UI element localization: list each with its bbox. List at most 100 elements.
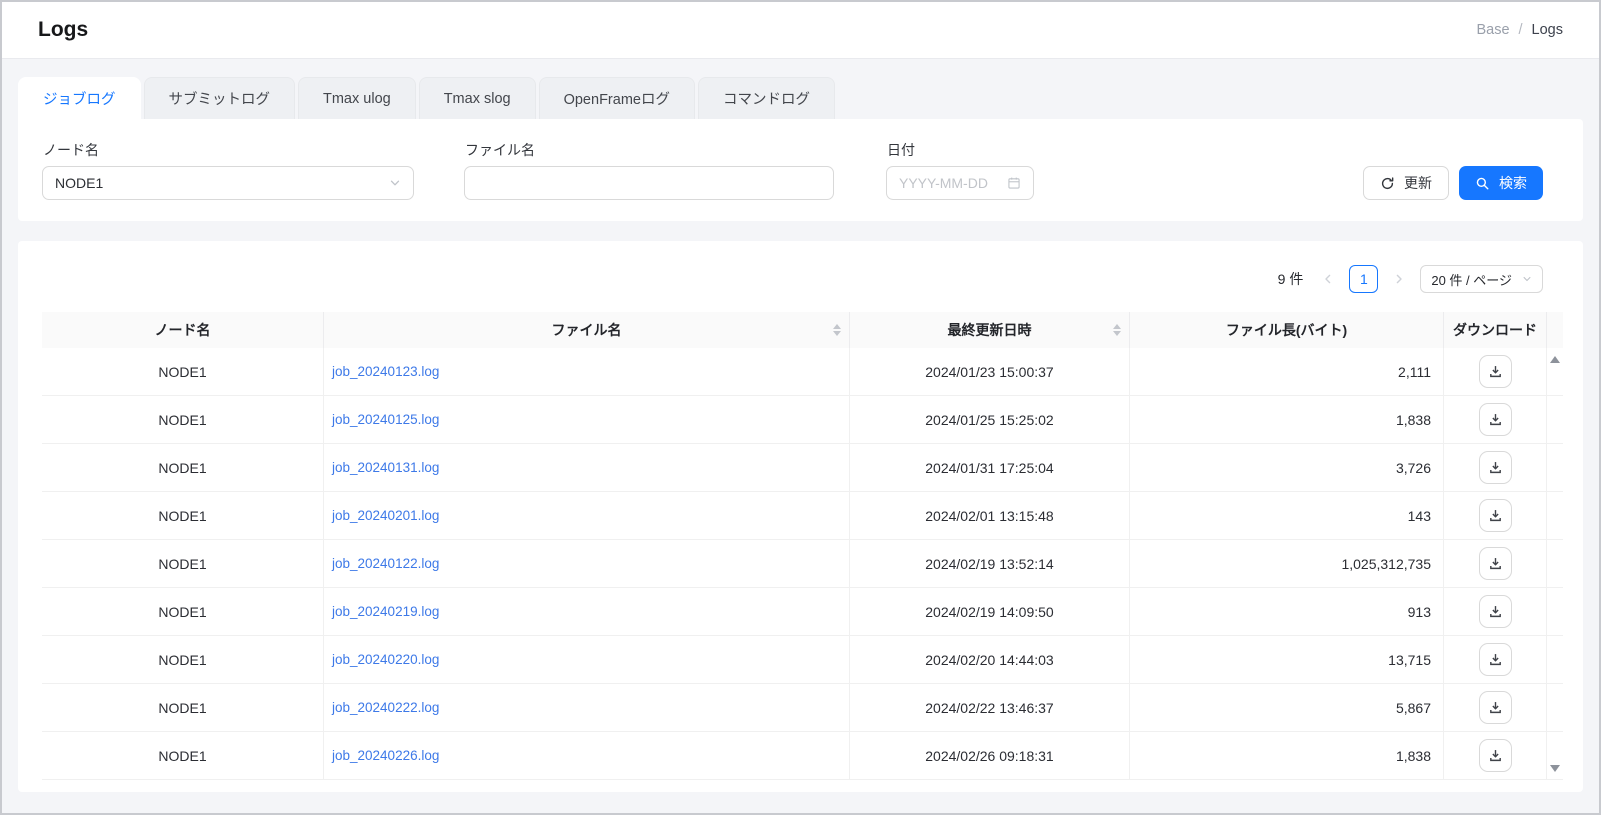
scroll-up-icon[interactable] <box>1550 356 1560 363</box>
cell-download <box>1444 396 1547 443</box>
chevron-down-icon <box>1522 274 1532 284</box>
cell-last-updated: 2024/02/20 14:44:03 <box>850 636 1130 683</box>
log-file-link[interactable]: job_20240222.log <box>332 700 439 715</box>
table-scrollbar[interactable] <box>1547 348 1563 780</box>
sort-icon[interactable] <box>833 324 841 336</box>
tab-tmax-ulog[interactable]: Tmax ulog <box>298 77 416 119</box>
page-size-select[interactable]: 20 件 / ページ <box>1420 265 1543 293</box>
filter-actions: 更新 検索 <box>1363 166 1543 200</box>
scroll-down-icon[interactable] <box>1550 765 1560 772</box>
log-file-link[interactable]: job_20240125.log <box>332 412 439 427</box>
column-header-label: ファイル名 <box>552 320 622 340</box>
column-header-label: ノード名 <box>155 320 211 340</box>
cell-file-size: 143 <box>1130 492 1444 539</box>
search-icon <box>1475 176 1490 191</box>
cell-file-name: job_20240226.log <box>324 732 850 779</box>
refresh-button-label: 更新 <box>1404 173 1432 193</box>
pagination-prev-button[interactable] <box>1315 265 1341 293</box>
refresh-button[interactable]: 更新 <box>1363 166 1449 200</box>
cell-download <box>1444 732 1547 779</box>
page-size-value: 20 件 / ページ <box>1431 270 1512 289</box>
cell-download <box>1444 684 1547 731</box>
download-button[interactable] <box>1479 739 1512 772</box>
node-name-select[interactable]: NODE1 <box>42 166 414 200</box>
cell-file-name: job_20240122.log <box>324 540 850 587</box>
cell-download <box>1444 540 1547 587</box>
node-name-label: ノード名 <box>43 140 99 160</box>
cell-file-name: job_20240222.log <box>324 684 850 731</box>
table-row: NODE1job_20240123.log2024/01/23 15:00:37… <box>42 348 1563 396</box>
download-button[interactable] <box>1479 691 1512 724</box>
file-name-input[interactable] <box>464 166 834 200</box>
date-input[interactable]: YYYY-MM-DD <box>886 166 1034 200</box>
download-button[interactable] <box>1479 595 1512 628</box>
filter-panel: ノード名 NODE1 ファイル名 日付 YYYY-MM-DD <box>18 119 1583 221</box>
search-button-label: 検索 <box>1499 173 1527 193</box>
log-file-link[interactable]: job_20240122.log <box>332 556 439 571</box>
log-file-link[interactable]: job_20240220.log <box>332 652 439 667</box>
download-button[interactable] <box>1479 451 1512 484</box>
log-file-link[interactable]: job_20240219.log <box>332 604 439 619</box>
table-header-row: ノード名ファイル名最終更新日時ファイル長(バイト)ダウンロード <box>42 312 1563 348</box>
table-body: NODE1job_20240123.log2024/01/23 15:00:37… <box>42 348 1563 780</box>
pagination-page-1[interactable]: 1 <box>1349 265 1378 293</box>
download-button[interactable] <box>1479 355 1512 388</box>
table-row: NODE1job_20240222.log2024/02/22 13:46:37… <box>42 684 1563 732</box>
tab-tmax-slog[interactable]: Tmax slog <box>419 77 536 119</box>
table-row: NODE1job_20240125.log2024/01/25 15:25:02… <box>42 396 1563 444</box>
table-row: NODE1job_20240226.log2024/02/26 09:18:31… <box>42 732 1563 780</box>
cell-file-size: 2,111 <box>1130 348 1444 395</box>
download-icon <box>1488 508 1503 523</box>
pagination-total: 9 件 <box>1278 269 1304 289</box>
date-label: 日付 <box>887 140 915 160</box>
download-button[interactable] <box>1479 547 1512 580</box>
cell-download <box>1444 636 1547 683</box>
cell-download <box>1444 588 1547 635</box>
app-window: Logs Base / Logs ジョブログサブミットログTmax ulogTm… <box>0 0 1601 815</box>
cell-file-size: 1,838 <box>1130 396 1444 443</box>
download-icon <box>1488 748 1503 763</box>
tab-command-log[interactable]: コマンドログ <box>698 77 835 119</box>
date-placeholder: YYYY-MM-DD <box>899 175 988 191</box>
page-content: ジョブログサブミットログTmax ulogTmax slogOpenFrameロ… <box>2 59 1599 792</box>
tab-openframe-log[interactable]: OpenFrameログ <box>539 77 695 119</box>
log-file-link[interactable]: job_20240123.log <box>332 364 439 379</box>
tab-submit-log[interactable]: サブミットログ <box>144 77 296 119</box>
sort-icon[interactable] <box>1113 324 1121 336</box>
column-header-file-name[interactable]: ファイル名 <box>324 312 850 348</box>
search-button[interactable]: 検索 <box>1459 166 1543 200</box>
log-table: ノード名ファイル名最終更新日時ファイル長(バイト)ダウンロード NODE1job… <box>42 312 1563 780</box>
header-scrollbar-gutter <box>1547 312 1563 348</box>
refresh-icon <box>1380 176 1395 191</box>
cell-file-size: 13,715 <box>1130 636 1444 683</box>
tab-job-log[interactable]: ジョブログ <box>18 77 141 119</box>
cell-file-name: job_20240123.log <box>324 348 850 395</box>
cell-node-name: NODE1 <box>42 492 324 539</box>
log-file-link[interactable]: job_20240131.log <box>332 460 439 475</box>
download-button[interactable] <box>1479 643 1512 676</box>
download-icon <box>1488 556 1503 571</box>
cell-file-size: 5,867 <box>1130 684 1444 731</box>
log-file-link[interactable]: job_20240226.log <box>332 748 439 763</box>
column-header-last-updated[interactable]: 最終更新日時 <box>850 312 1130 348</box>
breadcrumb-separator: / <box>1519 22 1523 38</box>
table-row: NODE1 job_20240220.log 2024/02/20 14:44:03… <box>42 636 1563 684</box>
cell-node-name: NODE1 <box>42 636 324 683</box>
column-header-node-name: ノード名 <box>42 312 324 348</box>
cell-last-updated: 2024/02/19 13:52:14 <box>850 540 1130 587</box>
breadcrumb-parent[interactable]: Base <box>1476 22 1509 38</box>
pagination-next-button[interactable] <box>1386 265 1412 293</box>
cell-last-updated: 2024/01/31 17:25:04 <box>850 444 1130 491</box>
calendar-icon <box>1007 176 1021 190</box>
pagination: 9 件 1 20 件 / ページ <box>18 265 1583 293</box>
download-button[interactable] <box>1479 499 1512 532</box>
log-file-link[interactable]: job_20240201.log <box>332 508 439 523</box>
cell-file-size: 1,838 <box>1130 732 1444 779</box>
table-row: NODE1job_20240201.log2024/02/01 13:15:48… <box>42 492 1563 540</box>
cell-file-name: job_20240125.log <box>324 396 850 443</box>
cell-node-name: NODE1 <box>42 348 324 395</box>
download-icon <box>1488 652 1503 667</box>
cell-last-updated: 2024/02/26 09:18:31 <box>850 732 1130 779</box>
download-button[interactable] <box>1479 403 1512 436</box>
log-table-panel: 9 件 1 20 件 / ページ ノード名ファイル名最終更新日時ファイル長(バイ… <box>18 241 1583 792</box>
